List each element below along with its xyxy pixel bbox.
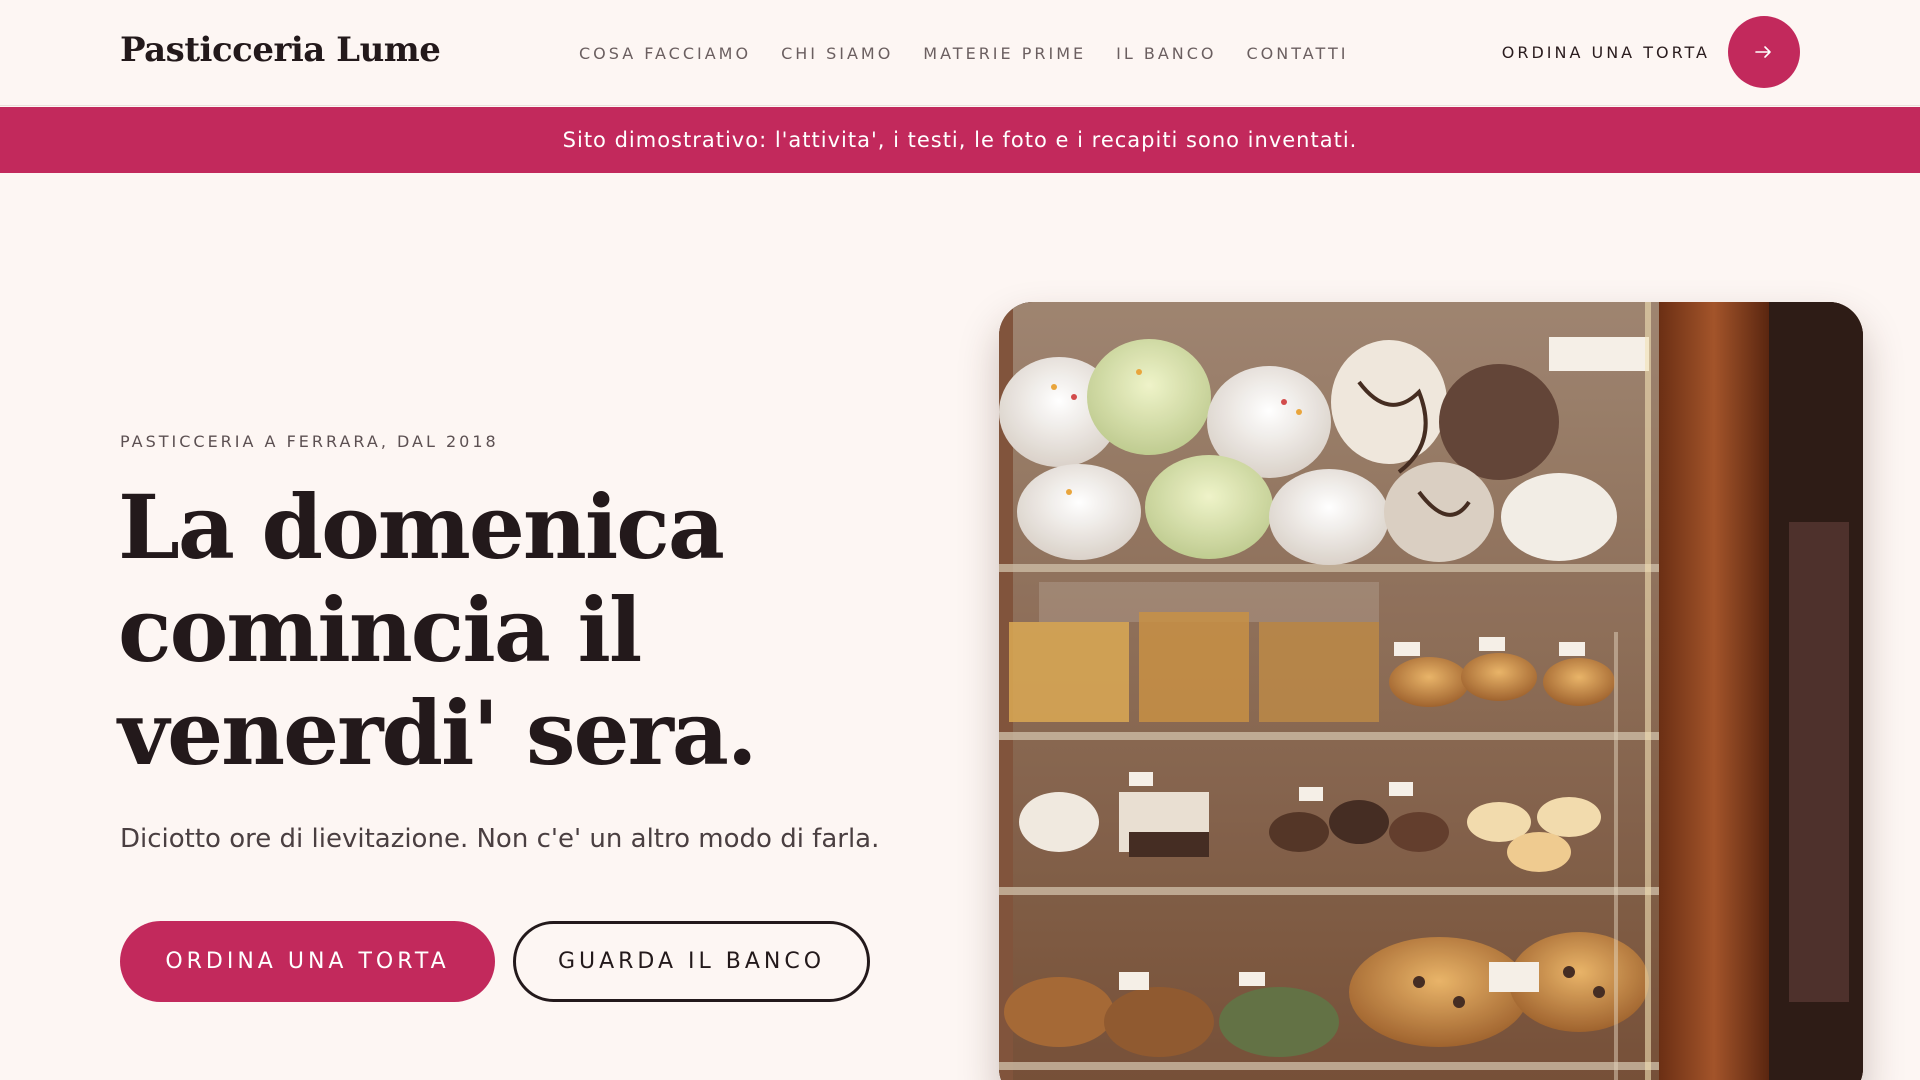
header-order-button[interactable] (1728, 16, 1800, 88)
nav-item-il-banco[interactable]: IL BANCO (1116, 44, 1216, 63)
header-order-cta[interactable]: ORDINA UNA TORTA (1502, 16, 1800, 88)
order-cake-button[interactable]: ORDINA UNA TORTA (120, 921, 495, 1002)
hero-eyebrow: PASTICCERIA A FERRARA, DAL 2018 (120, 432, 499, 451)
hero-subtitle: Diciotto ore di lievitazione. Non c'e' u… (120, 824, 880, 854)
headline-line-3: venerdi' sera. (118, 681, 758, 785)
nav-item-cosa-facciamo[interactable]: COSA FACCIAMO (579, 44, 751, 63)
header-order-label[interactable]: ORDINA UNA TORTA (1502, 43, 1710, 62)
arrow-right-icon (1755, 46, 1771, 58)
main-nav: COSA FACCIAMO CHI SIAMO MATERIE PRIME IL… (579, 44, 1348, 63)
nav-item-chi-siamo[interactable]: CHI SIAMO (781, 44, 893, 63)
pastry-display-photo (999, 302, 1863, 1080)
brand-logo[interactable]: Pasticceria Lume (120, 30, 441, 70)
demo-notice-banner: Sito dimostrativo: l'attivita', i testi,… (0, 107, 1920, 173)
nav-item-contatti[interactable]: CONTATTI (1247, 44, 1349, 63)
site-header: Pasticceria Lume COSA FACCIAMO CHI SIAMO… (0, 0, 1920, 106)
nav-item-materie-prime[interactable]: MATERIE PRIME (923, 44, 1086, 63)
demo-notice-text: Sito dimostrativo: l'attivita', i testi,… (562, 128, 1358, 152)
view-counter-button[interactable]: GUARDA IL BANCO (513, 921, 870, 1002)
hero-headline: La domenica comincia il venerdi' sera. (118, 476, 878, 785)
headline-line-1: La domenica (118, 475, 725, 579)
headline-line-2: comincia il (118, 578, 642, 682)
